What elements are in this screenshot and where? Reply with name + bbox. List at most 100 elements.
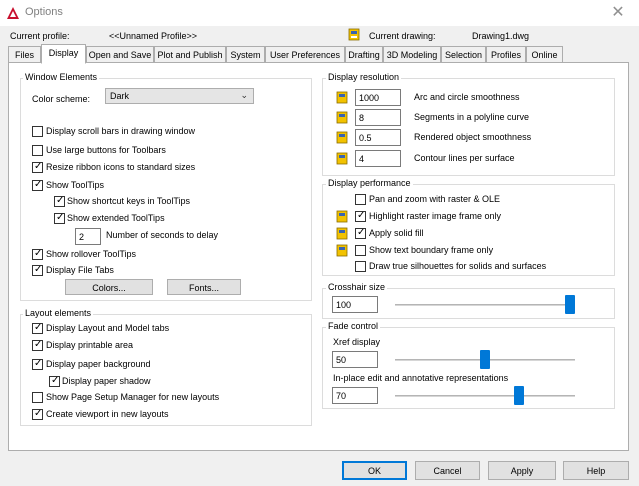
checkmark-icon: ✓ <box>51 375 60 386</box>
checkmark-icon: ✓ <box>34 408 43 419</box>
shortcut-keys-checkbox[interactable]: ✓ <box>54 195 65 207</box>
checkmark-icon: ✓ <box>34 339 43 350</box>
tab-profiles[interactable]: Profiles <box>486 46 526 63</box>
pan-zoom-label: Pan and zoom with raster & OLE <box>369 194 501 204</box>
apply-button[interactable]: Apply <box>488 461 556 480</box>
create-viewport-label: Create viewport in new layouts <box>46 409 169 419</box>
resize-ribbon-checkbox[interactable]: ✓ <box>32 161 43 173</box>
inplace-slider-track[interactable] <box>395 395 575 397</box>
arc-smoothness-input[interactable]: 1000 <box>355 89 401 106</box>
current-drawing-value: Drawing1.dwg <box>472 31 530 41</box>
xref-display-label: Xref display <box>333 337 381 347</box>
tab-user-preferences[interactable]: User Preferences <box>265 46 345 63</box>
window-title: Options <box>25 6 63 18</box>
rollover-tooltips-label: Show rollover ToolTips <box>46 249 137 259</box>
tab-files[interactable]: Files <box>8 46 41 63</box>
help-button[interactable]: Help <box>563 461 629 480</box>
tab-selection[interactable]: Selection <box>441 46 486 63</box>
crosshair-size-title: Crosshair size <box>326 282 388 292</box>
color-scheme-value: Dark <box>110 91 130 101</box>
close-button[interactable]: ✕ <box>608 4 628 22</box>
layout-model-tabs-checkbox[interactable]: ✓ <box>32 322 43 334</box>
solid-fill-checkbox[interactable]: ✓ <box>355 227 366 239</box>
color-scheme-select[interactable]: Dark ⌄ <box>105 88 254 104</box>
drawing-saved-icon <box>336 152 348 165</box>
delay-seconds-input[interactable]: 2 <box>75 228 101 245</box>
crosshair-slider-track[interactable] <box>395 304 575 306</box>
display-performance-title: Display performance <box>326 178 413 188</box>
rendered-smoothness-label: Rendered object smoothness <box>414 132 532 142</box>
color-scheme-label: Color scheme: <box>32 94 91 104</box>
display-resolution-title: Display resolution <box>326 72 402 82</box>
scroll-bars-checkbox[interactable] <box>32 126 43 137</box>
true-silhouettes-checkbox[interactable] <box>355 261 366 272</box>
checkmark-icon: ✓ <box>56 212 65 223</box>
tab-drafting[interactable]: Drafting <box>345 46 383 63</box>
page-setup-manager-label: Show Page Setup Manager for new layouts <box>46 392 220 402</box>
polyline-segments-label: Segments in a polyline curve <box>414 112 530 122</box>
checkmark-icon: ✓ <box>34 264 43 275</box>
page-setup-manager-checkbox[interactable] <box>32 392 43 403</box>
cancel-button[interactable]: Cancel <box>415 461 480 480</box>
colors-button[interactable]: Colors... <box>65 279 153 295</box>
rollover-tooltips-checkbox[interactable]: ✓ <box>32 248 43 260</box>
inplace-edit-input[interactable]: 70 <box>332 387 378 404</box>
crosshair-size-input[interactable]: 100 <box>332 296 378 313</box>
create-viewport-checkbox[interactable]: ✓ <box>32 408 43 420</box>
checkmark-icon: ✓ <box>34 161 43 172</box>
checkmark-icon: ✓ <box>34 322 43 333</box>
paper-shadow-label: Display paper shadow <box>62 376 151 386</box>
tab-display[interactable]: Display <box>41 44 86 64</box>
inplace-slider-thumb[interactable] <box>514 386 524 405</box>
checkmark-icon: ✓ <box>34 358 43 369</box>
checkmark-icon: ✓ <box>56 195 65 206</box>
fonts-button[interactable]: Fonts... <box>167 279 241 295</box>
inplace-edit-label: In-place edit and annotative representat… <box>333 373 509 383</box>
checkmark-icon: ✓ <box>34 179 43 190</box>
xref-display-input[interactable]: 50 <box>332 351 378 368</box>
rendered-smoothness-input[interactable]: 0.5 <box>355 129 401 146</box>
paper-shadow-checkbox[interactable]: ✓ <box>49 375 60 387</box>
polyline-segments-input[interactable]: 8 <box>355 109 401 126</box>
shortcut-keys-label: Show shortcut keys in ToolTips <box>67 196 191 206</box>
autocad-logo-icon <box>7 7 19 19</box>
show-tooltips-checkbox[interactable]: ✓ <box>32 179 43 191</box>
delay-seconds-label: Number of seconds to delay <box>106 230 219 240</box>
contour-lines-input[interactable]: 4 <box>355 150 401 167</box>
highlight-raster-label: Highlight raster image frame only <box>369 211 502 221</box>
file-tabs-checkbox[interactable]: ✓ <box>32 264 43 276</box>
tab-online[interactable]: Online <box>526 46 563 63</box>
large-buttons-checkbox[interactable] <box>32 145 43 156</box>
contour-lines-label: Contour lines per surface <box>414 153 515 163</box>
file-tabs-label: Display File Tabs <box>46 265 114 275</box>
printable-area-label: Display printable area <box>46 340 134 350</box>
drawing-saved-icon <box>336 210 348 223</box>
tab-3d-modeling[interactable]: 3D Modeling <box>383 46 441 63</box>
pan-zoom-checkbox[interactable] <box>355 194 366 205</box>
chevron-down-icon: ⌄ <box>240 90 248 100</box>
resize-ribbon-label: Resize ribbon icons to standard sizes <box>46 162 196 172</box>
crosshair-slider-thumb[interactable] <box>565 295 575 314</box>
printable-area-checkbox[interactable]: ✓ <box>32 339 43 351</box>
tab-open-and-save[interactable]: Open and Save <box>86 46 154 63</box>
layout-model-tabs-label: Display Layout and Model tabs <box>46 323 170 333</box>
paper-background-checkbox[interactable]: ✓ <box>32 358 43 370</box>
ok-button[interactable]: OK <box>342 461 407 480</box>
large-buttons-label: Use large buttons for Toolbars <box>46 145 166 155</box>
checkmark-icon: ✓ <box>357 210 366 221</box>
solid-fill-label: Apply solid fill <box>369 228 424 238</box>
tab-system[interactable]: System <box>226 46 265 63</box>
xref-slider-thumb[interactable] <box>480 350 490 369</box>
text-boundary-checkbox[interactable] <box>355 245 366 256</box>
drawing-saved-icon <box>336 131 348 144</box>
true-silhouettes-label: Draw true silhouettes for solids and sur… <box>369 261 547 271</box>
highlight-raster-checkbox[interactable]: ✓ <box>355 210 366 222</box>
current-drawing-label: Current drawing: <box>369 31 436 41</box>
scroll-bars-label: Display scroll bars in drawing window <box>46 126 196 136</box>
drawing-saved-icon <box>336 91 348 104</box>
text-boundary-label: Show text boundary frame only <box>369 245 494 255</box>
extended-tooltips-checkbox[interactable]: ✓ <box>54 212 65 224</box>
tab-plot-and-publish[interactable]: Plot and Publish <box>154 46 226 63</box>
title-bar: Options ✕ <box>0 0 639 26</box>
fade-control-title: Fade control <box>326 321 381 331</box>
